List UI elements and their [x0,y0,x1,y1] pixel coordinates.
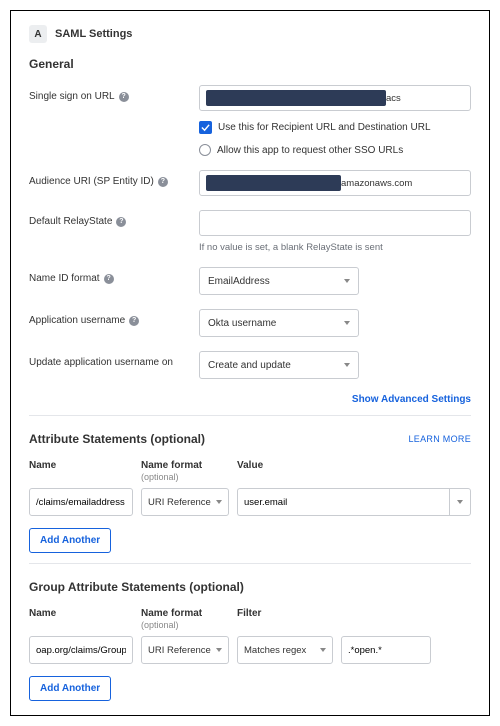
help-icon[interactable]: ? [104,274,114,284]
label-update-username: Update application username on [29,351,199,368]
attr-row: URI Reference [29,488,471,516]
btn-add-another-attr[interactable]: Add Another [29,528,111,553]
attr-col-headers: Name Name format (optional) Value [29,460,471,482]
select-app-username[interactable]: Okta username [199,309,359,337]
select-name-id-value: EmailAddress [208,276,270,287]
checkbox-label: Use this for Recipient URL and Destinati… [218,122,431,133]
col-format: Name format (optional) [141,608,229,630]
help-icon[interactable]: ? [116,217,126,227]
label-audience-uri: Audience URI (SP Entity ID) ? [29,170,199,187]
attr-format-value: URI Reference [148,497,211,508]
chevron-down-icon [344,363,350,367]
group-filter-select[interactable]: Matches regex [237,636,333,664]
saml-settings-panel: A SAML Settings General Single sign on U… [10,10,490,716]
label-name-id-text: Name ID format [29,273,100,284]
chevron-down-icon [344,279,350,283]
sso-url-suffix: acs [386,93,401,104]
input-audience-uri[interactable]: amazonaws.com [199,170,471,196]
group-filter-type: Matches regex [244,645,306,656]
row-audience-uri: Audience URI (SP Entity ID) ? amazonaws.… [29,170,471,196]
label-app-username: Application username ? [29,309,199,326]
col-value: Value [237,460,471,482]
chevron-down-icon [216,500,222,504]
group-attr-heading: Group Attribute Statements (optional) [29,580,471,594]
attr-heading: Attribute Statements (optional) [29,432,205,446]
chevron-down-icon [344,321,350,325]
btn-add-another-group[interactable]: Add Another [29,676,111,701]
attr-value-input[interactable] [237,488,449,516]
audience-uri-suffix: amazonaws.com [341,178,412,189]
link-show-advanced[interactable]: Show Advanced Settings [352,394,471,405]
chevron-down-icon [320,648,326,652]
checkbox-icon-checked [199,121,212,134]
group-filter-input[interactable] [341,636,431,664]
label-relay-state: Default RelayState ? [29,210,199,227]
panel-header: A SAML Settings [29,25,471,43]
panel-title: SAML Settings [55,28,132,40]
attr-name-input[interactable] [29,488,133,516]
select-update-username[interactable]: Create and update [199,351,359,379]
input-sso-url[interactable]: acs [199,85,471,111]
group-format-value: URI Reference [148,645,211,656]
label-name-id: Name ID format ? [29,267,199,284]
col-filter: Filter [237,608,471,630]
label-update-username-text: Update application username on [29,357,173,368]
attr-section-header: Attribute Statements (optional) LEARN MO… [29,432,471,446]
redacted-bar [206,90,386,106]
separator [29,415,471,416]
attr-value-combo [237,488,471,516]
radio-label: Allow this app to request other SSO URLs [217,145,403,156]
row-name-id: Name ID format ? EmailAddress [29,267,471,295]
help-icon[interactable]: ? [119,92,129,102]
help-icon[interactable]: ? [158,177,168,187]
group-attr-row: URI Reference Matches regex [29,636,471,664]
link-learn-more[interactable]: LEARN MORE [408,434,471,444]
redacted-bar [206,175,341,191]
help-icon[interactable]: ? [129,316,139,326]
label-sso-url: Single sign on URL ? [29,85,199,102]
chevron-down-icon [216,648,222,652]
row-app-username: Application username ? Okta username [29,309,471,337]
group-col-headers: Name Name format (optional) Filter [29,608,471,630]
label-relay-state-text: Default RelayState [29,216,112,227]
row-update-username: Update application username on Create an… [29,351,471,379]
attr-format-select[interactable]: URI Reference [141,488,229,516]
attr-value-dropdown[interactable] [449,488,471,516]
separator [29,563,471,564]
select-app-username-value: Okta username [208,318,276,329]
select-update-username-value: Create and update [208,360,291,371]
label-app-username-text: Application username [29,315,125,326]
chevron-down-icon [457,500,463,504]
row-relay-state: Default RelayState ? If no value is set,… [29,210,471,253]
step-badge: A [29,25,47,43]
helper-relay-state: If no value is set, a blank RelayState i… [199,242,471,253]
radio-allow-other-sso[interactable]: Allow this app to request other SSO URLs [199,144,471,156]
group-format-select[interactable]: URI Reference [141,636,229,664]
group-name-input[interactable] [29,636,133,664]
label-audience-uri-text: Audience URI (SP Entity ID) [29,176,154,187]
input-relay-state[interactable] [199,210,471,236]
col-name: Name [29,460,133,482]
checkbox-recipient-url[interactable]: Use this for Recipient URL and Destinati… [199,121,471,134]
col-name: Name [29,608,133,630]
col-format: Name format (optional) [141,460,229,482]
row-sso-url: Single sign on URL ? acs Use this for Re… [29,85,471,156]
label-sso-url-text: Single sign on URL [29,91,115,102]
radio-icon [199,144,211,156]
select-name-id[interactable]: EmailAddress [199,267,359,295]
general-heading: General [29,57,471,71]
